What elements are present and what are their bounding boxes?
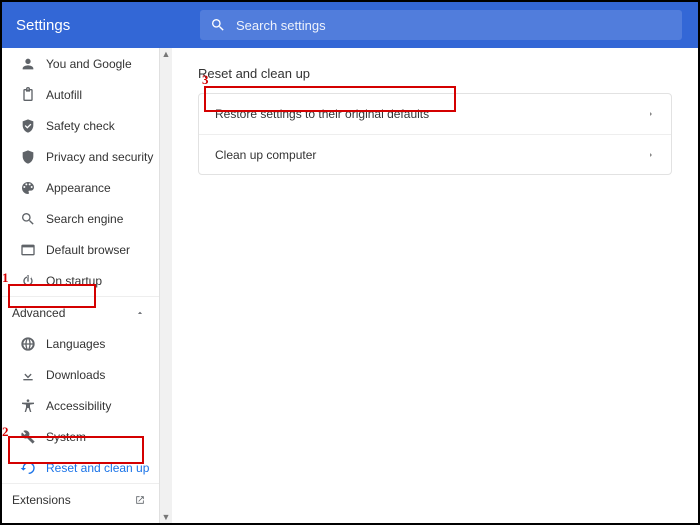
sidebar-item-label: Reset and clean up xyxy=(46,461,149,475)
scroll-down-icon[interactable]: ▼ xyxy=(162,511,171,523)
row-label: Clean up computer xyxy=(215,148,316,162)
settings-card: Restore settings to their original defau… xyxy=(198,93,672,175)
sidebar-item-privacy[interactable]: Privacy and security xyxy=(2,141,159,172)
sidebar-item-label: Appearance xyxy=(46,181,111,195)
header-bar: Settings Search settings xyxy=(2,2,698,48)
sidebar-item-label: Autofill xyxy=(46,88,82,102)
sidebar-item-downloads[interactable]: Downloads xyxy=(2,359,159,390)
accessibility-icon xyxy=(20,398,46,414)
sidebar-item-languages[interactable]: Languages xyxy=(2,328,159,359)
sidebar-item-you-and-google[interactable]: You and Google xyxy=(2,48,159,79)
sidebar-item-label: Default browser xyxy=(46,243,130,257)
sidebar-item-safety-check[interactable]: Safety check xyxy=(2,110,159,141)
sidebar-item-accessibility[interactable]: Accessibility xyxy=(2,390,159,421)
power-icon xyxy=(20,273,46,289)
sidebar-item-label: Downloads xyxy=(46,368,105,382)
sidebar-item-about[interactable]: About Chrome xyxy=(2,515,159,523)
sidebar-item-label: Safety check xyxy=(46,119,115,133)
download-icon xyxy=(20,367,46,383)
external-link-icon xyxy=(135,495,145,505)
row-clean-up-computer[interactable]: Clean up computer xyxy=(199,134,671,174)
search-wrap: Search settings xyxy=(200,10,698,40)
extensions-label: Extensions xyxy=(12,493,71,507)
sidebar-item-search-engine[interactable]: Search engine xyxy=(2,203,159,234)
chevron-right-icon xyxy=(647,110,655,118)
sidebar-item-system[interactable]: System xyxy=(2,421,159,452)
palette-icon xyxy=(20,180,46,196)
globe-icon xyxy=(20,336,46,352)
shield-check-icon xyxy=(20,118,46,134)
sidebar-item-default-browser[interactable]: Default browser xyxy=(2,234,159,265)
sidebar-item-label: Search engine xyxy=(46,212,123,226)
chevron-right-icon xyxy=(647,151,655,159)
sidebar-item-label: Privacy and security xyxy=(46,150,153,164)
sidebar-item-label: Languages xyxy=(46,337,105,351)
person-icon xyxy=(20,56,46,72)
clipboard-icon xyxy=(20,87,46,103)
sidebar-item-on-startup[interactable]: On startup xyxy=(2,265,159,296)
scroll-up-icon[interactable]: ▲ xyxy=(162,48,171,60)
sidebar-item-label: Accessibility xyxy=(46,399,111,413)
shield-icon xyxy=(20,149,46,165)
chevron-up-icon xyxy=(135,308,145,318)
sidebar-item-extensions[interactable]: Extensions xyxy=(2,483,159,515)
sidebar-section-advanced[interactable]: Advanced xyxy=(2,296,159,328)
sidebar-scrollbar[interactable]: ▲ ▼ xyxy=(160,48,172,523)
sidebar: You and Google Autofill Safety check Pri… xyxy=(2,48,160,523)
search-input[interactable]: Search settings xyxy=(200,10,682,40)
row-restore-defaults[interactable]: Restore settings to their original defau… xyxy=(199,94,671,134)
row-label: Restore settings to their original defau… xyxy=(215,107,429,121)
section-title: Reset and clean up xyxy=(198,66,672,81)
sidebar-item-label: System xyxy=(46,430,86,444)
sidebar-item-label: On startup xyxy=(46,274,102,288)
sidebar-item-autofill[interactable]: Autofill xyxy=(2,79,159,110)
search-placeholder: Search settings xyxy=(236,18,326,33)
advanced-label: Advanced xyxy=(12,306,65,320)
browser-icon xyxy=(20,242,46,258)
restore-icon xyxy=(20,460,46,476)
search-icon xyxy=(210,17,226,33)
sidebar-item-label: You and Google xyxy=(46,57,132,71)
app-title: Settings xyxy=(2,17,200,34)
main-content: Reset and clean up Restore settings to t… xyxy=(172,48,698,523)
sidebar-item-reset[interactable]: Reset and clean up xyxy=(2,452,159,483)
wrench-icon xyxy=(20,429,46,445)
sidebar-item-appearance[interactable]: Appearance xyxy=(2,172,159,203)
search-icon xyxy=(20,211,46,227)
